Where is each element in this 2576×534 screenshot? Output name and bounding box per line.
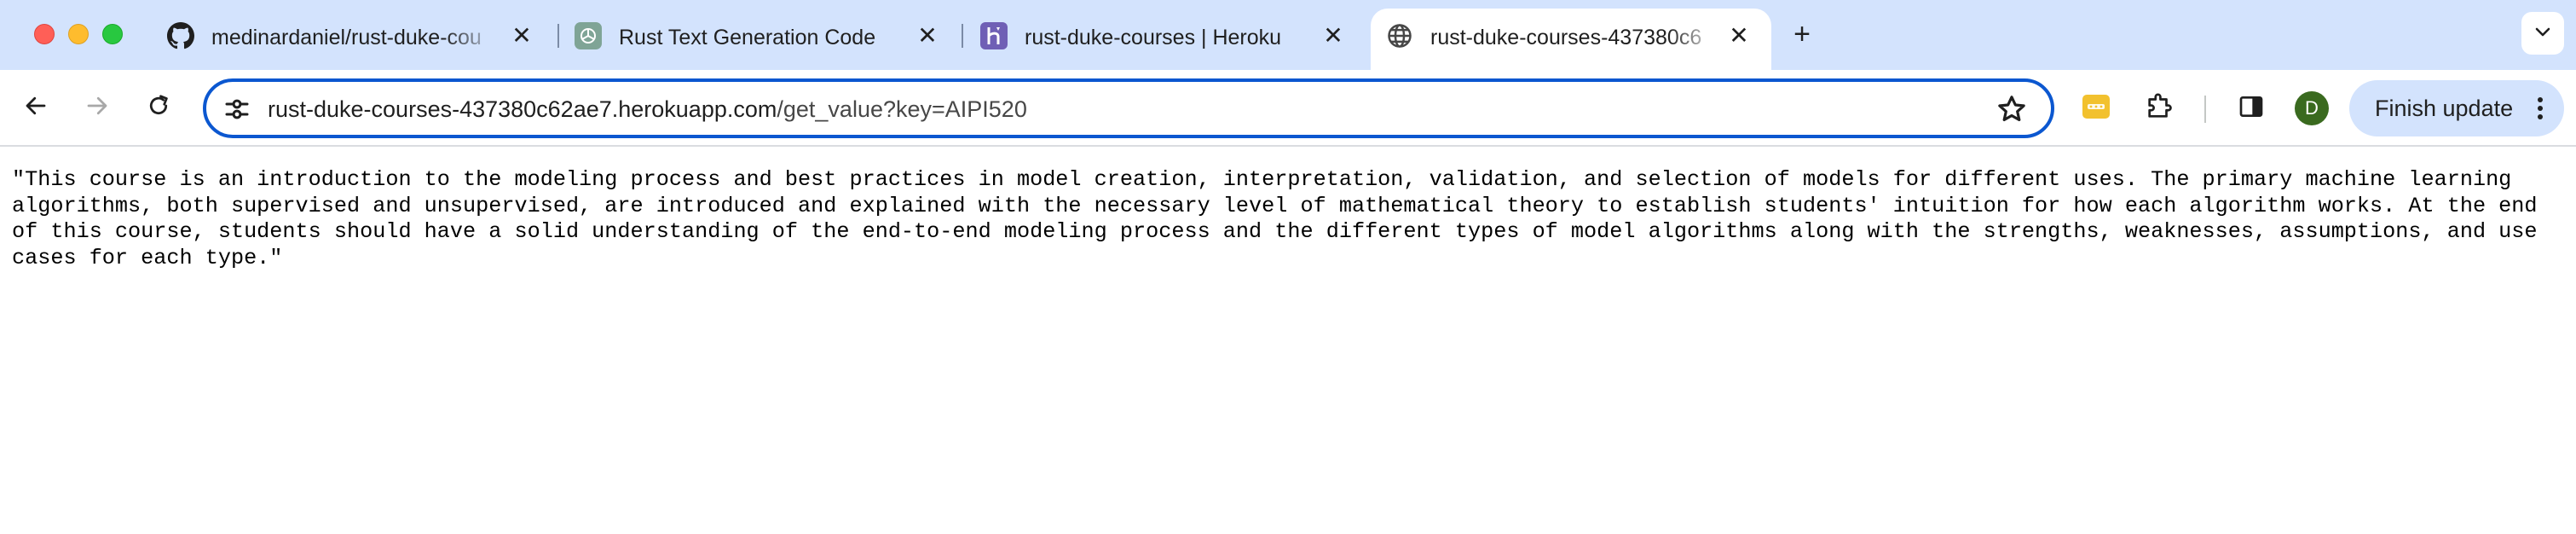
close-icon[interactable]: ✕ — [506, 20, 537, 51]
back-button[interactable] — [17, 89, 55, 126]
site-settings-icon[interactable] — [222, 94, 252, 125]
browser-toolbar: rust-duke-courses-437380c62ae7.herokuapp… — [0, 70, 2576, 147]
heroku-icon — [980, 22, 1008, 49]
address-bar[interactable]: rust-duke-courses-437380c62ae7.herokuapp… — [203, 78, 2054, 138]
reload-button[interactable] — [140, 89, 177, 126]
close-icon[interactable]: ✕ — [1724, 20, 1754, 51]
side-panel-button[interactable] — [2233, 90, 2269, 126]
window-zoom-button[interactable] — [102, 24, 123, 44]
url-text[interactable]: rust-duke-courses-437380c62ae7.herokuapp… — [268, 94, 1027, 125]
close-icon[interactable]: ✕ — [1318, 20, 1349, 51]
url-host: rust-duke-courses-437380c62ae7.herokuapp… — [268, 96, 777, 122]
arrow-left-icon — [23, 93, 49, 123]
arrow-right-icon — [84, 93, 110, 123]
close-icon[interactable]: ✕ — [912, 20, 943, 51]
tab-active-page[interactable]: rust-duke-courses-437380c6 ✕ — [1386, 10, 1761, 70]
reload-icon — [146, 93, 171, 123]
tab-divider — [557, 24, 559, 48]
tab-title: rust-duke-courses | Heroku — [1025, 26, 1282, 49]
chevron-down-icon — [2533, 21, 2553, 46]
extensions-button[interactable] — [2141, 90, 2177, 126]
tab-chatgpt[interactable]: Rust Text Generation Code ✕ — [575, 10, 950, 70]
bookmark-star-icon[interactable] — [1995, 92, 2029, 126]
url-path: /get_value?key=AIPI520 — [777, 96, 1027, 122]
puzzle-icon — [2145, 92, 2174, 125]
password-manager-icon — [2081, 91, 2111, 126]
tab-github[interactable]: medinardaniel/rust-duke-cou ✕ — [167, 10, 542, 70]
new-tab-button[interactable]: + — [1785, 17, 1819, 51]
profile-avatar[interactable]: D — [2295, 91, 2329, 125]
finish-update-button[interactable]: Finish update — [2349, 80, 2564, 136]
tab-heroku[interactable]: rust-duke-courses | Heroku ✕ — [980, 10, 1355, 70]
side-panel-icon — [2238, 93, 2265, 125]
github-icon — [167, 22, 194, 49]
tab-strip: medinardaniel/rust-duke-cou ✕ Rust Text … — [0, 0, 2576, 70]
tab-divider — [962, 24, 963, 48]
forward-button[interactable] — [78, 89, 116, 126]
window-close-button[interactable] — [34, 24, 55, 44]
more-vertical-icon — [2532, 92, 2549, 125]
window-minimize-button[interactable] — [68, 24, 89, 44]
finish-update-label: Finish update — [2375, 96, 2514, 121]
globe-icon — [1386, 22, 1413, 49]
tab-title: rust-duke-courses-437380c6 — [1430, 26, 1702, 49]
tab-search-button[interactable] — [2521, 12, 2564, 55]
password-extension-button[interactable] — [2078, 90, 2114, 126]
chatgpt-icon — [575, 22, 602, 49]
tab-title: Rust Text Generation Code — [619, 26, 876, 49]
tab-title: medinardaniel/rust-duke-cou — [211, 26, 482, 49]
page-body-text: "This course is an introduction to the m… — [12, 167, 2550, 270]
toolbar-divider — [2204, 96, 2206, 123]
